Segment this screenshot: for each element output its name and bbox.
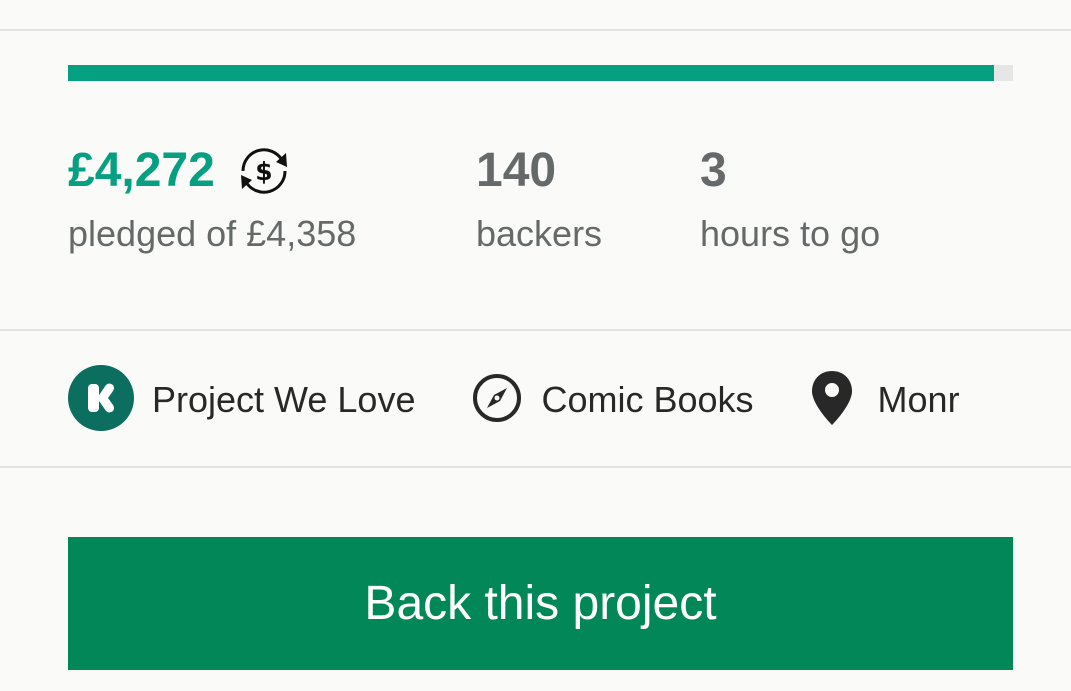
location-pin-icon <box>810 369 854 432</box>
tag-project-we-love[interactable]: Project We Love <box>68 364 416 436</box>
project-tags: Project We Love Comic Books Monr <box>68 364 1013 436</box>
tag-label: Project We Love <box>152 379 416 420</box>
time-remaining-value: 3 <box>700 144 727 197</box>
backers-label: backers <box>476 213 603 254</box>
funding-progress-fill <box>68 65 995 81</box>
funding-progress-bar <box>68 65 1013 81</box>
middle-divider <box>0 329 1071 331</box>
bottom-divider <box>0 466 1071 468</box>
pledged-amount: £4,272 <box>68 144 215 197</box>
currency-conversion-icon[interactable]: $ <box>233 140 295 202</box>
tag-label: Monr <box>877 379 960 420</box>
kickstarter-k-icon <box>68 364 134 436</box>
time-remaining-label: hours to go <box>700 213 881 254</box>
tag-comic-books[interactable]: Comic Books <box>471 372 754 429</box>
back-project-button[interactable]: Back this project <box>68 537 1013 670</box>
time-remaining-stat: 3 hours to go <box>700 140 880 256</box>
tag-location[interactable]: Monr <box>810 369 960 432</box>
project-funding-panel: £4,272 $ pledged of £4,358 140 backers 3… <box>0 0 1071 691</box>
tag-label: Comic Books <box>541 379 754 420</box>
backers-count: 140 <box>476 144 557 197</box>
pledged-label: pledged of £4,358 <box>68 213 357 254</box>
compass-icon <box>471 372 523 429</box>
svg-text:$: $ <box>255 157 272 186</box>
pledged-stat: £4,272 $ pledged of £4,358 <box>68 140 356 256</box>
backers-stat: 140 backers <box>476 140 602 256</box>
top-divider <box>0 29 1071 31</box>
